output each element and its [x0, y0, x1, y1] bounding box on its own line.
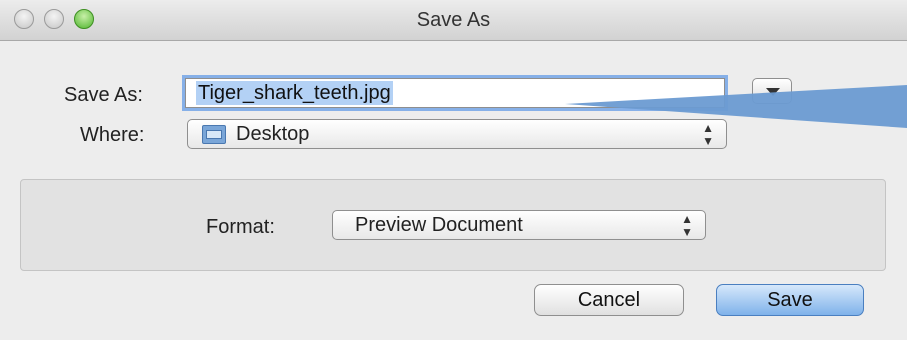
save-as-dialog: Save As Save As: Tiger_shark_teeth.jpg W… — [0, 0, 907, 340]
callout-arrow-icon — [565, 85, 907, 128]
